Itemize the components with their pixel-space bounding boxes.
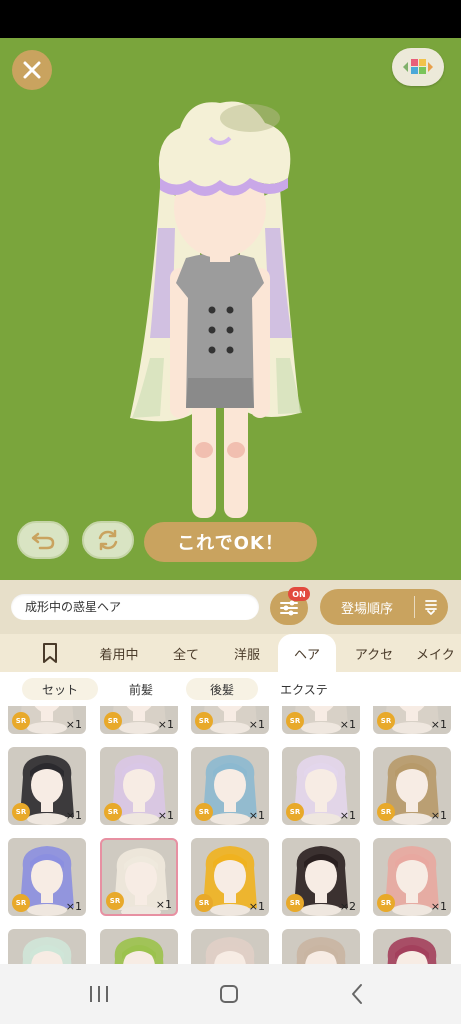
hair-item-tile[interactable]: SR ×1 bbox=[8, 747, 86, 825]
close-icon bbox=[23, 61, 41, 79]
reset-button[interactable] bbox=[82, 521, 134, 559]
avatar-figure bbox=[130, 101, 302, 548]
item-count: ×1 bbox=[430, 809, 447, 822]
rarity-badge: SR bbox=[104, 712, 122, 730]
hair-item-tile[interactable] bbox=[8, 929, 86, 964]
hair-item-tile[interactable]: SR ×1 bbox=[191, 706, 269, 734]
hair-preview bbox=[114, 937, 164, 964]
color-view-button[interactable] bbox=[392, 48, 444, 86]
hair-item-tile[interactable]: SR ×1 bbox=[373, 706, 451, 734]
sort-order-icon[interactable] bbox=[415, 598, 447, 616]
hair-item-tile[interactable] bbox=[100, 929, 178, 964]
rarity-badge: SR bbox=[104, 803, 122, 821]
tab-bookmark[interactable] bbox=[26, 634, 74, 672]
hair-preview bbox=[22, 937, 72, 964]
app-root: これでOK！ 成形中の惑星ヘア ON 登場順序 着用中 全て 洋服 ヘア アクセ… bbox=[0, 0, 461, 1024]
hair-preview bbox=[205, 937, 255, 964]
rarity-badge: SR bbox=[195, 894, 213, 912]
hair-item-tile[interactable]: SR ×1 bbox=[191, 838, 269, 916]
back-button[interactable] bbox=[342, 982, 372, 1006]
item-count: ×1 bbox=[430, 900, 447, 913]
hair-item-tile[interactable] bbox=[191, 929, 269, 964]
subtab-bangs[interactable]: 前髪 bbox=[108, 678, 174, 700]
item-count: ×1 bbox=[248, 809, 265, 822]
search-field[interactable]: 成形中の惑星ヘア bbox=[11, 594, 259, 620]
item-count: ×1 bbox=[157, 809, 174, 822]
subtab-set[interactable]: セット bbox=[22, 678, 98, 700]
item-count: ×1 bbox=[65, 718, 82, 731]
sub-tabs: セット 前髪 後髪 エクステ bbox=[0, 672, 461, 706]
home-icon bbox=[220, 985, 238, 1003]
tab-wearing[interactable]: 着用中 bbox=[88, 634, 150, 672]
filter-on-badge: ON bbox=[288, 587, 310, 601]
item-grid: SR ×1 SR ×1 SR ×1 SR ×1 SR ×1 SR ×1 SR ×1 SR ×1 SR ×1 SR ×1… bbox=[0, 706, 461, 964]
hair-item-tile[interactable]: SR ×1 bbox=[282, 706, 360, 734]
hair-item-tile[interactable]: SR ×1 bbox=[8, 838, 86, 916]
rarity-badge: SR bbox=[377, 712, 395, 730]
rarity-badge: SR bbox=[377, 803, 395, 821]
rarity-badge: SR bbox=[12, 803, 30, 821]
recent-apps-icon bbox=[90, 986, 108, 1002]
back-chevron-icon bbox=[352, 984, 362, 1004]
item-count: ×1 bbox=[430, 718, 447, 731]
subtab-back-hair[interactable]: 後髪 bbox=[186, 678, 258, 700]
rarity-badge: SR bbox=[286, 803, 304, 821]
hair-item-tile[interactable]: SR ×1 bbox=[373, 838, 451, 916]
color-grid-icon bbox=[403, 59, 433, 74]
item-count: ×1 bbox=[248, 718, 265, 731]
hair-preview bbox=[387, 937, 437, 964]
category-tabs: 着用中 全て 洋服 ヘア アクセ メイク bbox=[0, 634, 461, 672]
item-count: ×2 bbox=[339, 900, 356, 913]
sort-label: 登場順序 bbox=[340, 601, 393, 617]
sort-button[interactable]: 登場順序 bbox=[320, 589, 448, 625]
rarity-badge: SR bbox=[12, 712, 30, 730]
hair-item-tile-selected[interactable]: SR ×1 bbox=[100, 838, 178, 916]
item-count: ×1 bbox=[248, 900, 265, 913]
undo-icon bbox=[31, 532, 55, 550]
control-row: 成形中の惑星ヘア ON 登場順序 bbox=[0, 580, 461, 634]
hair-item-tile[interactable]: SR ×2 bbox=[282, 838, 360, 916]
rarity-badge: SR bbox=[195, 803, 213, 821]
tab-clothes[interactable]: 洋服 bbox=[220, 634, 274, 672]
hair-item-tile[interactable]: SR ×1 bbox=[100, 706, 178, 734]
tab-accessory[interactable]: アクセ bbox=[342, 634, 406, 672]
recent-apps-button[interactable] bbox=[84, 982, 114, 1006]
tab-hair[interactable]: ヘア bbox=[278, 634, 336, 672]
hair-item-tile[interactable] bbox=[282, 929, 360, 964]
rarity-badge: SR bbox=[195, 712, 213, 730]
system-nav-bar bbox=[0, 964, 461, 1024]
hair-item-tile[interactable]: SR ×1 bbox=[8, 706, 86, 734]
item-count: ×1 bbox=[65, 900, 82, 913]
bookmark-icon bbox=[43, 643, 57, 663]
close-button[interactable] bbox=[12, 50, 52, 90]
refresh-icon bbox=[98, 529, 118, 551]
item-count: ×1 bbox=[65, 809, 82, 822]
home-button[interactable] bbox=[214, 982, 244, 1006]
item-count: ×1 bbox=[339, 809, 356, 822]
rarity-badge: SR bbox=[286, 712, 304, 730]
status-bar bbox=[0, 0, 461, 38]
tab-all[interactable]: 全て bbox=[160, 634, 212, 672]
hair-preview bbox=[296, 937, 346, 964]
undo-button[interactable] bbox=[17, 521, 69, 559]
hair-item-tile[interactable]: SR ×1 bbox=[191, 747, 269, 825]
rarity-badge: SR bbox=[12, 894, 30, 912]
item-count: ×1 bbox=[339, 718, 356, 731]
tab-makeup[interactable]: メイク bbox=[416, 634, 461, 672]
avatar-stage: これでOK！ bbox=[0, 38, 461, 580]
confirm-ok-button[interactable]: これでOK！ bbox=[144, 522, 317, 562]
subtab-extensions[interactable]: エクステ bbox=[266, 678, 342, 700]
item-count: ×1 bbox=[157, 718, 174, 731]
rarity-badge: SR bbox=[377, 894, 395, 912]
filter-sliders-icon bbox=[280, 600, 298, 616]
hair-item-tile[interactable]: SR ×1 bbox=[100, 747, 178, 825]
item-count: ×1 bbox=[155, 898, 172, 911]
rarity-badge: SR bbox=[286, 894, 304, 912]
hair-item-tile[interactable] bbox=[373, 929, 451, 964]
hair-item-tile[interactable]: SR ×1 bbox=[282, 747, 360, 825]
rarity-badge: SR bbox=[106, 892, 124, 910]
hair-item-tile[interactable]: SR ×1 bbox=[373, 747, 451, 825]
